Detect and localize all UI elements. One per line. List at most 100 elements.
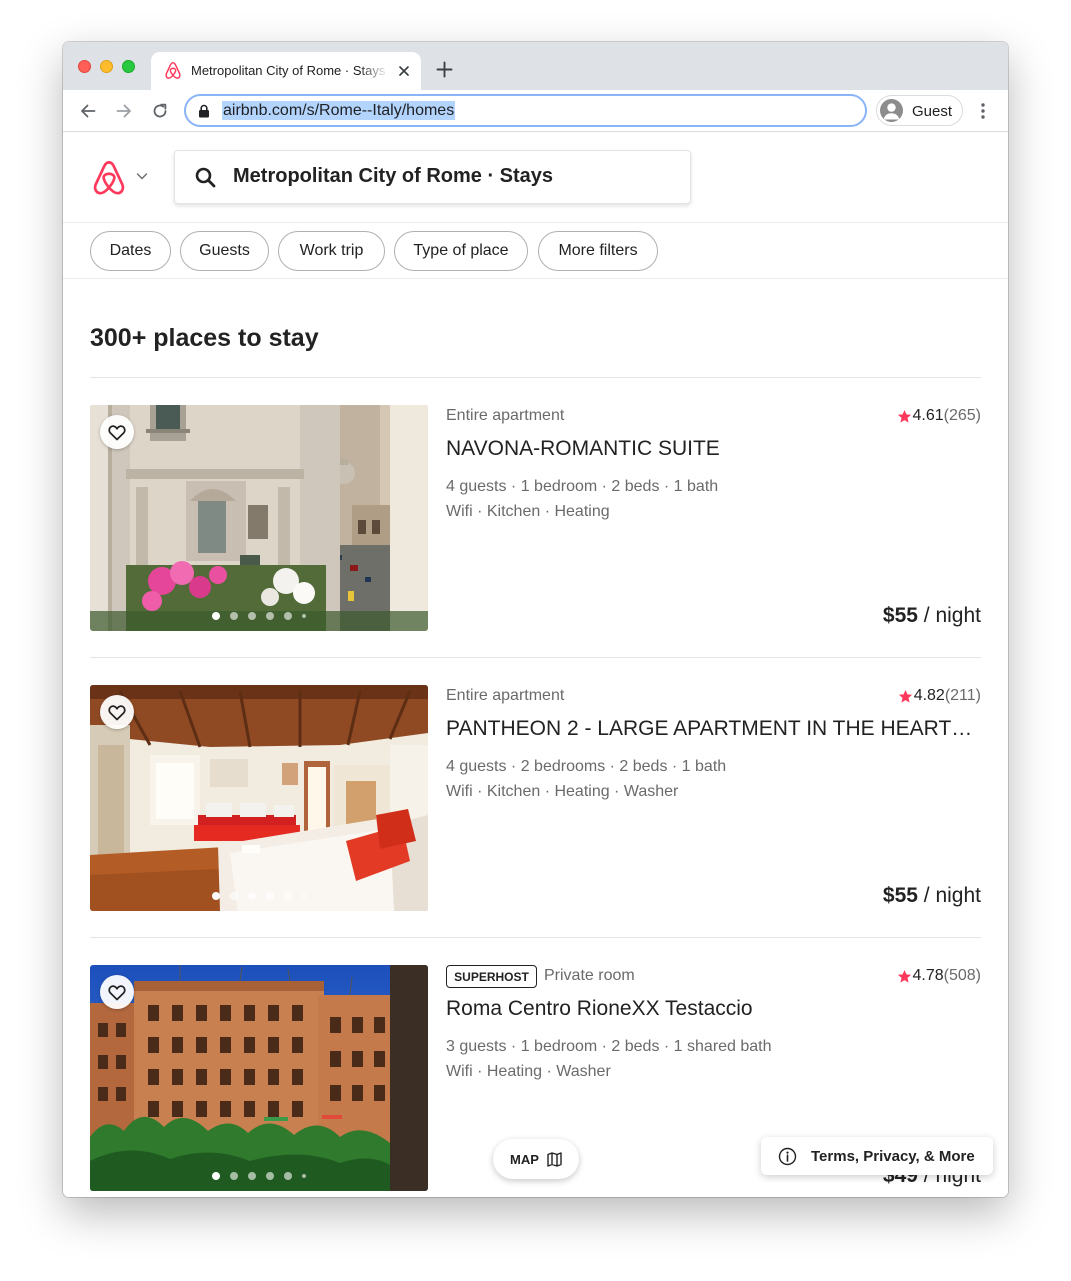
map-icon	[547, 1151, 562, 1167]
filter-bar: Dates Guests Work trip Type of place Mor…	[63, 223, 1008, 279]
photo-carousel-dots[interactable]	[212, 891, 312, 901]
carousel-dot[interactable]	[248, 892, 256, 900]
carousel-dot[interactable]	[266, 612, 274, 620]
browser-toolbar: airbnb.com/s/Rome--Italy/homes Guest	[63, 90, 1008, 132]
rating-value: 4.82	[913, 687, 945, 704]
listing-amenities: Wifi · Kitchen · Heating	[446, 503, 610, 520]
close-tab-icon[interactable]	[397, 64, 411, 78]
profile-label: Guest	[912, 103, 953, 120]
listing-type: Entire apartment	[446, 687, 565, 704]
carousel-dot[interactable]	[302, 894, 306, 898]
listing-photo[interactable]	[90, 965, 428, 1191]
profile-button[interactable]: Guest	[876, 95, 963, 126]
site-header: Metropolitan City of Rome · Stays	[63, 133, 1008, 223]
lock-icon	[199, 104, 209, 118]
back-arrow-icon[interactable]	[78, 101, 98, 121]
price-unit: / night	[917, 884, 981, 907]
listing-title[interactable]: Roma Centro RioneXX Testaccio	[446, 997, 976, 1021]
carousel-dot[interactable]	[284, 892, 292, 900]
terms-label: Terms, Privacy, & More	[811, 1147, 975, 1165]
search-query-text: Metropolitan City of Rome · Stays	[233, 165, 554, 187]
listing-photo[interactable]	[90, 685, 428, 911]
show-map-button[interactable]: MAP	[493, 1139, 579, 1179]
divider	[90, 377, 981, 378]
filter-more-filters-button[interactable]: More filters	[538, 231, 658, 271]
superhost-badge: SUPERHOST	[446, 965, 537, 988]
rating-value: 4.61	[912, 407, 944, 424]
map-button-label: MAP	[510, 1151, 539, 1167]
carousel-dot[interactable]	[284, 1172, 292, 1180]
carousel-dot[interactable]	[248, 612, 256, 620]
filter-guests-button[interactable]: Guests	[180, 231, 269, 271]
star-icon	[898, 689, 912, 703]
carousel-dot[interactable]	[230, 1172, 238, 1180]
listing-card[interactable]: Entire apartment 4.82 (211) PANTHEON 2 -…	[90, 685, 981, 911]
forward-arrow-icon[interactable]	[114, 101, 134, 121]
listing-details: 4 guests · 2 bedrooms · 2 beds · 1 bath	[446, 758, 727, 775]
listing-rating: 4.78 (508)	[897, 967, 981, 985]
carousel-dot[interactable]	[230, 892, 238, 900]
minimize-window-button[interactable]	[100, 60, 113, 73]
web-page: Metropolitan City of Rome · Stays Dates …	[63, 133, 1008, 1197]
filter-type-of-place-button[interactable]: Type of place	[394, 231, 528, 271]
photo-carousel-dots[interactable]	[212, 611, 312, 621]
carousel-dot[interactable]	[284, 612, 292, 620]
chevron-down-icon[interactable]	[136, 172, 148, 181]
new-tab-icon[interactable]	[436, 61, 453, 78]
listing-type: Entire apartment	[446, 407, 565, 424]
guest-avatar-icon	[880, 99, 903, 122]
browser-tab-active[interactable]: Metropolitan City of Rome · Stays	[151, 52, 421, 90]
heart-icon	[108, 985, 126, 1001]
filter-work-trip-button[interactable]: Work trip	[278, 231, 385, 271]
reload-icon[interactable]	[150, 101, 170, 121]
carousel-dot[interactable]	[248, 1172, 256, 1180]
browser-window: Metropolitan City of Rome · Stays airbnb…	[63, 42, 1008, 1197]
price-unit: / night	[917, 604, 981, 627]
carousel-dot[interactable]	[302, 614, 306, 618]
listing-amenities: Wifi · Heating · Washer	[446, 1063, 611, 1080]
review-count: (508)	[943, 967, 981, 984]
listing-rating: 4.82 (211)	[898, 687, 981, 705]
carousel-dot[interactable]	[266, 1172, 274, 1180]
carousel-dot[interactable]	[302, 1174, 306, 1178]
search-input[interactable]: Metropolitan City of Rome · Stays	[174, 150, 691, 204]
filter-dates-button[interactable]: Dates	[90, 231, 171, 271]
tab-title: Metropolitan City of Rome · Stays	[191, 63, 386, 78]
url-text[interactable]: airbnb.com/s/Rome--Italy/homes	[222, 101, 456, 120]
search-icon	[195, 167, 216, 188]
listing-title[interactable]: NAVONA-ROMANTIC SUITE	[446, 437, 976, 461]
browser-menu-icon[interactable]	[973, 101, 993, 121]
star-icon	[897, 409, 911, 423]
carousel-dot[interactable]	[212, 1172, 220, 1180]
divider	[90, 937, 981, 938]
carousel-dot[interactable]	[212, 892, 220, 900]
save-favorite-button[interactable]	[100, 415, 134, 449]
address-bar[interactable]: airbnb.com/s/Rome--Italy/homes	[184, 94, 867, 127]
info-icon	[778, 1147, 797, 1165]
save-favorite-button[interactable]	[100, 975, 134, 1009]
carousel-dot[interactable]	[212, 612, 220, 620]
photo-carousel-dots[interactable]	[212, 1171, 312, 1181]
zoom-window-button[interactable]	[122, 60, 135, 73]
airbnb-favicon-icon	[165, 61, 181, 79]
star-icon	[897, 969, 911, 983]
terms-privacy-button[interactable]: Terms, Privacy, & More	[761, 1137, 993, 1175]
church-facade-photo	[90, 405, 428, 631]
listing-details: 4 guests · 1 bedroom · 2 beds · 1 bath	[446, 478, 719, 495]
airbnb-logo-icon[interactable]	[91, 159, 127, 197]
listing-title[interactable]: PANTHEON 2 - LARGE APARTMENT IN THE HEAR…	[446, 717, 976, 741]
close-window-button[interactable]	[78, 60, 91, 73]
tab-strip: Metropolitan City of Rome · Stays	[63, 42, 1008, 90]
save-favorite-button[interactable]	[100, 695, 134, 729]
testaccio-buildings-photo	[90, 965, 428, 1191]
listing-price: $55 / night	[883, 884, 981, 908]
carousel-dot[interactable]	[266, 892, 274, 900]
listing-price: $55 / night	[883, 604, 981, 628]
review-count: (265)	[943, 407, 981, 424]
rating-value: 4.78	[912, 967, 944, 984]
listing-rating: 4.61 (265)	[897, 407, 981, 425]
listing-card[interactable]: Entire apartment 4.61 (265) NAVONA-ROMAN…	[90, 405, 981, 631]
listing-photo[interactable]	[90, 405, 428, 631]
carousel-dot[interactable]	[230, 612, 238, 620]
review-count: (211)	[944, 687, 981, 704]
